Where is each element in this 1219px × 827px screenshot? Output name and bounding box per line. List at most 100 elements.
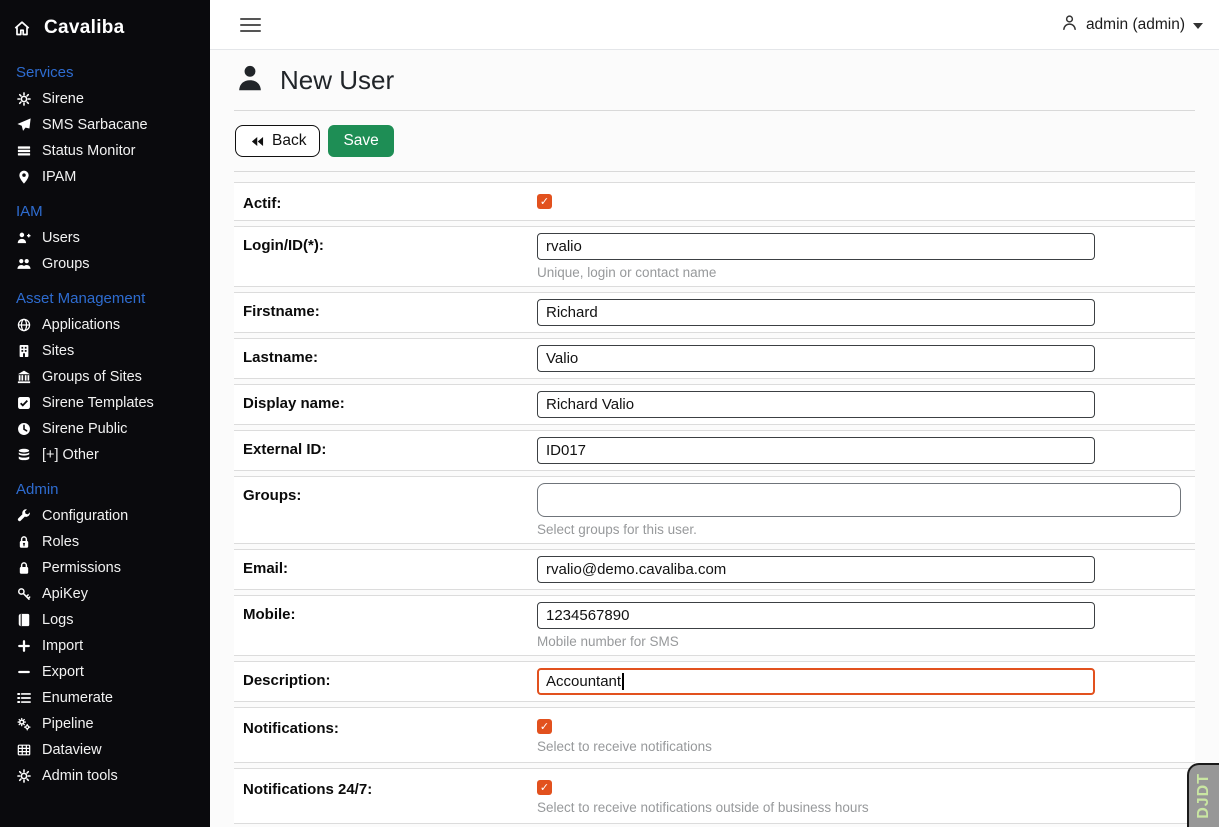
- firstname-label: Firstname:: [234, 299, 537, 326]
- sidebar-item-applications[interactable]: Applications: [0, 312, 210, 338]
- email-input[interactable]: [537, 556, 1095, 583]
- sidebar-item-label: Applications: [42, 317, 120, 333]
- sidebar-item-groups[interactable]: Groups: [0, 251, 210, 277]
- sidebar-item-status-monitor[interactable]: Status Monitor: [0, 138, 210, 164]
- divider: [234, 171, 1195, 172]
- firstname-input[interactable]: [537, 299, 1095, 326]
- key-icon: [16, 587, 32, 602]
- mobile-input[interactable]: [537, 602, 1095, 629]
- sidebar-item-label: [+] Other: [42, 447, 99, 463]
- table-icon: [16, 743, 32, 758]
- paper-plane-icon: [16, 118, 32, 133]
- login-id-input[interactable]: [537, 233, 1095, 260]
- sidebar-item-sirene-public[interactable]: Sirene Public: [0, 416, 210, 442]
- roles-lock-icon: [16, 535, 32, 550]
- sidebar-item-sites[interactable]: Sites: [0, 338, 210, 364]
- sidebar-item-pipeline[interactable]: Pipeline: [0, 711, 210, 737]
- sidebar-section-title: Admin: [0, 468, 210, 503]
- notifications-24-7-label: Notifications 24/7:: [234, 777, 537, 815]
- back-button[interactable]: Back: [235, 125, 320, 157]
- sidebar-item-sirene-templates[interactable]: Sirene Templates: [0, 390, 210, 416]
- cogs-icon: [16, 717, 32, 732]
- sidebar-item-sirene[interactable]: Sirene: [0, 86, 210, 112]
- sidebar-item-configuration[interactable]: Configuration: [0, 503, 210, 529]
- login-id-help-text: Unique, login or contact name: [537, 265, 1095, 280]
- notifications-help-text: Select to receive notifications: [537, 739, 712, 754]
- sidebar-item-label: Groups of Sites: [42, 369, 142, 385]
- form-row-login-id: Login/ID(*):Unique, login or contact nam…: [234, 226, 1195, 287]
- sidebar-item-label: Status Monitor: [42, 143, 136, 159]
- sidebar-item-permissions[interactable]: Permissions: [0, 555, 210, 581]
- sidebar-item-import[interactable]: Import: [0, 633, 210, 659]
- notifications-label: Notifications:: [234, 716, 537, 754]
- sidebar-item-admin-tools[interactable]: Admin tools: [0, 763, 210, 789]
- sidebar-item-label: Sirene Public: [42, 421, 127, 437]
- lock-icon: [16, 561, 32, 576]
- main-content: New User Back Save Actif:✓Login/ID(*):Un…: [210, 50, 1219, 827]
- notifications-24-7-checkbox[interactable]: ✓: [537, 780, 552, 795]
- sidebar-item-label: SMS Sarbacane: [42, 117, 148, 133]
- book-icon: [16, 613, 32, 628]
- sidebar-item-dataview[interactable]: Dataview: [0, 737, 210, 763]
- display-name-input[interactable]: [537, 391, 1095, 418]
- page-title: New User: [280, 65, 394, 96]
- sidebar-item-label: Permissions: [42, 560, 121, 576]
- user-label: admin (admin): [1086, 16, 1185, 34]
- groups-select[interactable]: [537, 483, 1181, 517]
- sidebar-item-other[interactable]: [+] Other: [0, 442, 210, 468]
- person-fill-icon: [236, 64, 264, 97]
- brand-label: Cavaliba: [44, 17, 125, 39]
- sidebar-item-logs[interactable]: Logs: [0, 607, 210, 633]
- display-name-label: Display name:: [234, 391, 537, 418]
- description-input[interactable]: Accountant: [537, 668, 1095, 695]
- sidebar-item-label: Logs: [42, 612, 73, 628]
- sidebar-item-sms-sarbacane[interactable]: SMS Sarbacane: [0, 112, 210, 138]
- lastname-input[interactable]: [537, 345, 1095, 372]
- sidebar-item-roles[interactable]: Roles: [0, 529, 210, 555]
- external-id-input[interactable]: [537, 437, 1095, 464]
- actif-checkbox[interactable]: ✓: [537, 194, 552, 209]
- sidebar-item-apikey[interactable]: ApiKey: [0, 581, 210, 607]
- wrench-icon: [16, 509, 32, 524]
- sidebar-item-label: Groups: [42, 256, 90, 272]
- login-id-label: Login/ID(*):: [234, 233, 537, 280]
- users-icon: [16, 257, 32, 272]
- sidebar-item-label: Configuration: [42, 508, 128, 524]
- save-button[interactable]: Save: [328, 125, 393, 157]
- form-row-notifications: Notifications:✓ Select to receive notific…: [234, 707, 1195, 763]
- bank-icon: [16, 370, 32, 385]
- actif-label: Actif:: [234, 191, 537, 212]
- caret-down-icon: [1193, 23, 1203, 29]
- sidebar-item-ipam[interactable]: IPAM: [0, 164, 210, 190]
- sidebar-item-export[interactable]: Export: [0, 659, 210, 685]
- globe-icon: [16, 318, 32, 333]
- form-row-display-name: Display name:: [234, 384, 1195, 425]
- brand[interactable]: Cavaliba: [0, 0, 210, 51]
- form-row-groups: Groups:Select groups for this user.: [234, 476, 1195, 544]
- menu-icon[interactable]: [238, 14, 263, 36]
- sidebar-section-title: Services: [0, 51, 210, 86]
- list-icon: [16, 691, 32, 706]
- sidebar-item-enumerate[interactable]: Enumerate: [0, 685, 210, 711]
- gear-icon: [16, 769, 32, 784]
- form-row-external-id: External ID:: [234, 430, 1195, 471]
- sidebar-item-label: Admin tools: [42, 768, 118, 784]
- user-menu[interactable]: admin (admin): [1061, 14, 1203, 36]
- debug-toolbar-handle[interactable]: DJDT: [1187, 763, 1219, 827]
- form-row-description: Description:Accountant: [234, 661, 1195, 702]
- sidebar-item-users[interactable]: Users: [0, 225, 210, 251]
- sidebar-section-title: IAM: [0, 190, 210, 225]
- notifications-checkbox[interactable]: ✓: [537, 719, 552, 734]
- gear-icon: [16, 92, 32, 107]
- sidebar-item-groups-of-sites[interactable]: Groups of Sites: [0, 364, 210, 390]
- user-plus-icon: [16, 231, 32, 246]
- sidebar-item-label: Sirene: [42, 91, 84, 107]
- new-user-form: Actif:✓Login/ID(*):Unique, login or cont…: [234, 182, 1195, 827]
- sidebar-item-label: IPAM: [42, 169, 76, 185]
- sidebar-item-label: Export: [42, 664, 84, 680]
- notifications-24-7-help-text: Select to receive notifications outside …: [537, 800, 869, 815]
- groups-label: Groups:: [234, 483, 537, 537]
- email-label: Email:: [234, 556, 537, 583]
- text-cursor: [622, 673, 624, 690]
- form-row-actif: Actif:✓: [234, 182, 1195, 221]
